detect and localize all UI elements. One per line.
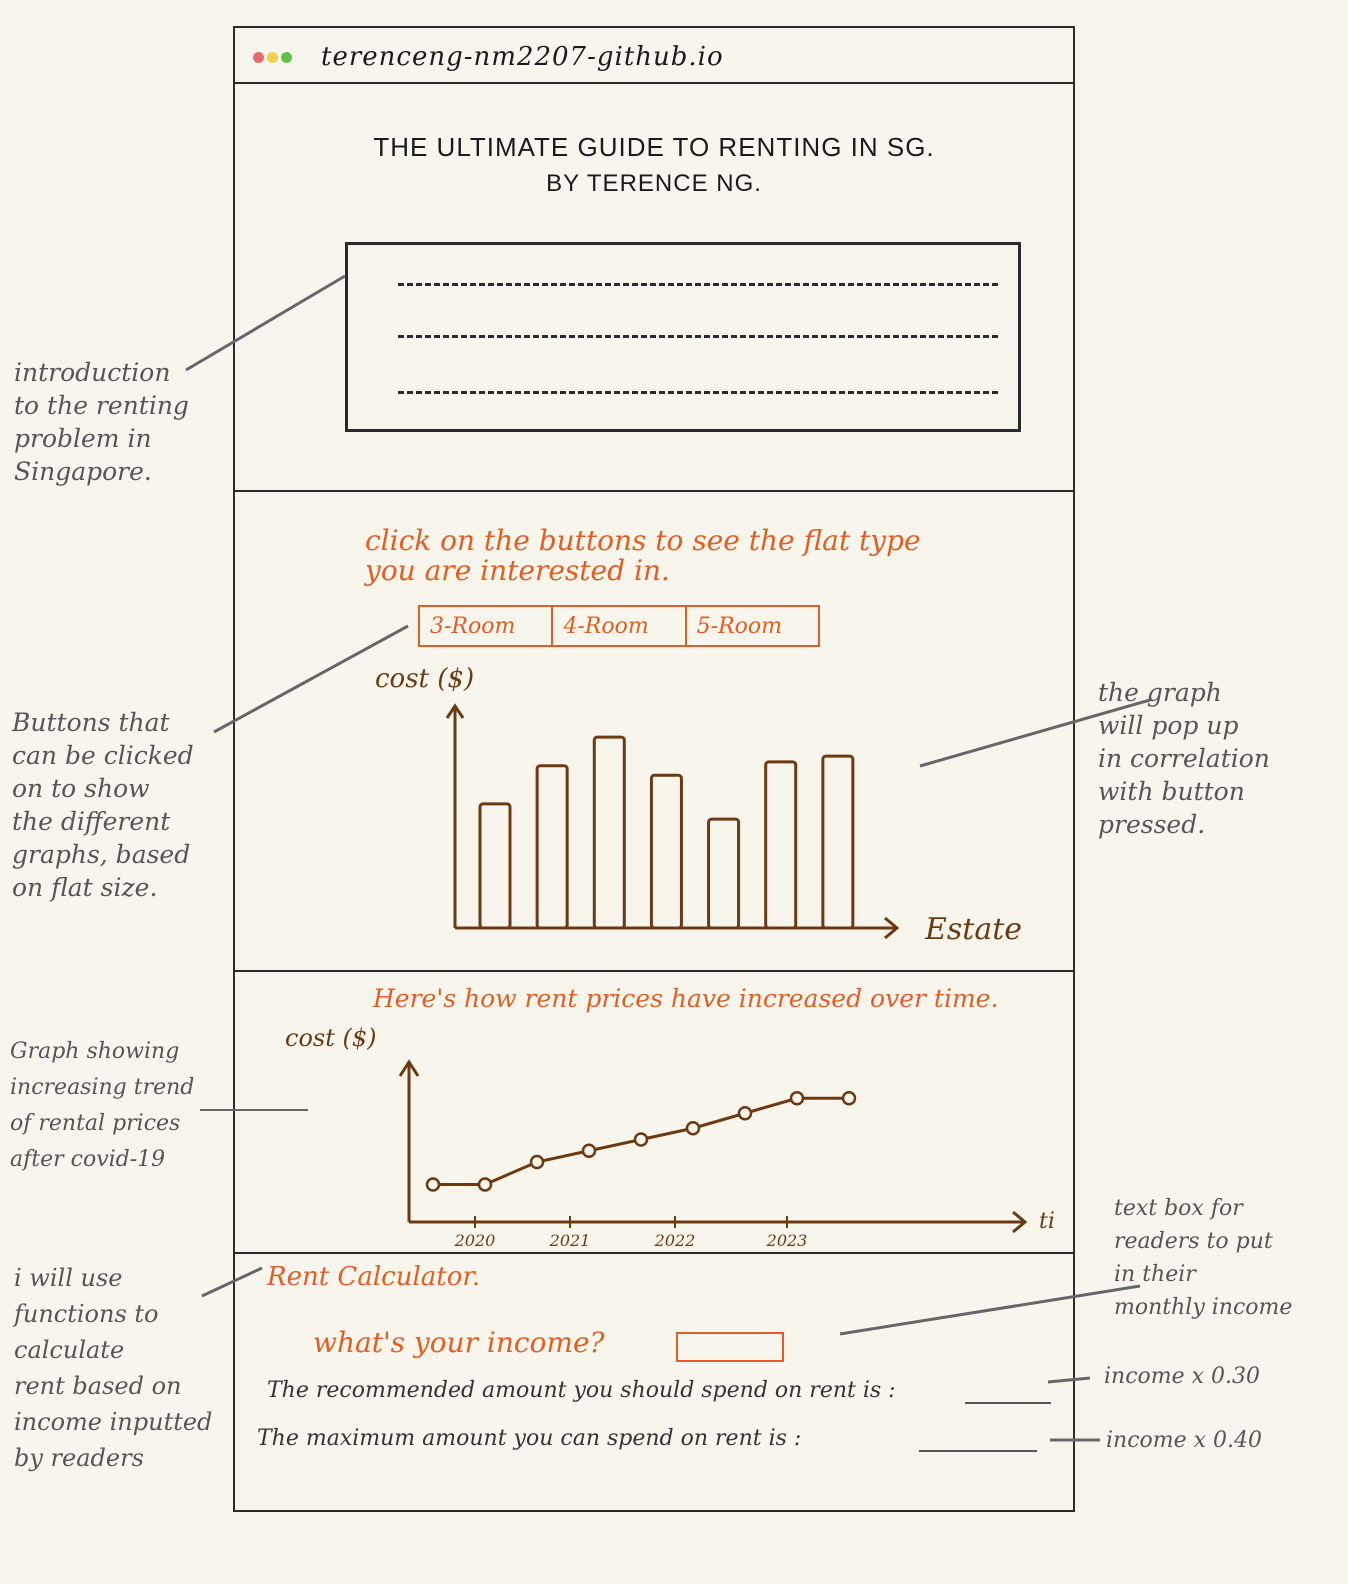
- note-line: functions to: [14, 1300, 159, 1328]
- note-line: text box for: [1114, 1196, 1243, 1221]
- connector-line: [185, 274, 346, 372]
- note-line: Buttons that: [12, 708, 170, 737]
- note-intro: introduction to the renting problem in S…: [14, 356, 189, 488]
- note-line: on flat size.: [12, 873, 158, 902]
- note-line: i will use: [14, 1264, 123, 1292]
- note-line: in their: [1114, 1262, 1196, 1287]
- note-line: readers to put: [1114, 1229, 1273, 1254]
- note-line: the graph: [1098, 678, 1222, 707]
- note-line: rent based on: [14, 1372, 182, 1400]
- note-line: Singapore.: [14, 457, 152, 486]
- note-line: of rental prices: [10, 1111, 181, 1136]
- note-functions: i will use functions to calculate rent b…: [14, 1260, 212, 1476]
- note-rec-formula: income x 0.30: [1104, 1364, 1261, 1389]
- note-line: on to show: [12, 774, 150, 803]
- note-line: will pop up: [1098, 711, 1239, 740]
- note-line: monthly income: [1114, 1295, 1293, 1320]
- connector-line: [1047, 1376, 1091, 1384]
- note-line: the different: [12, 807, 171, 836]
- note-textbox: text box for readers to put in their mon…: [1114, 1192, 1292, 1324]
- note-line: by readers: [14, 1444, 144, 1472]
- note-line: income inputted: [14, 1408, 213, 1436]
- note-line: with button: [1098, 777, 1245, 806]
- note-line: pressed.: [1098, 810, 1206, 839]
- connector-line: [213, 624, 409, 734]
- note-line: in correlation: [1098, 744, 1270, 773]
- note-line: graphs, based: [12, 840, 191, 869]
- note-line: can be clicked: [12, 741, 194, 770]
- note-line: problem in: [14, 424, 152, 453]
- note-graph-popup: the graph will pop up in correlation wit…: [1098, 676, 1270, 841]
- note-line: introduction: [14, 358, 171, 387]
- note-line: to the renting: [14, 391, 189, 420]
- note-buttons: Buttons that can be clicked on to show t…: [12, 706, 194, 904]
- note-max-formula: income x 0.40: [1106, 1428, 1263, 1453]
- note-line: calculate: [14, 1336, 125, 1364]
- note-trend: Graph showing increasing trend of rental…: [10, 1034, 194, 1178]
- note-line: after covid-19: [10, 1147, 166, 1172]
- note-line: Graph showing: [10, 1039, 180, 1064]
- note-line: increasing trend: [10, 1075, 195, 1100]
- connector-line: [839, 1284, 1141, 1336]
